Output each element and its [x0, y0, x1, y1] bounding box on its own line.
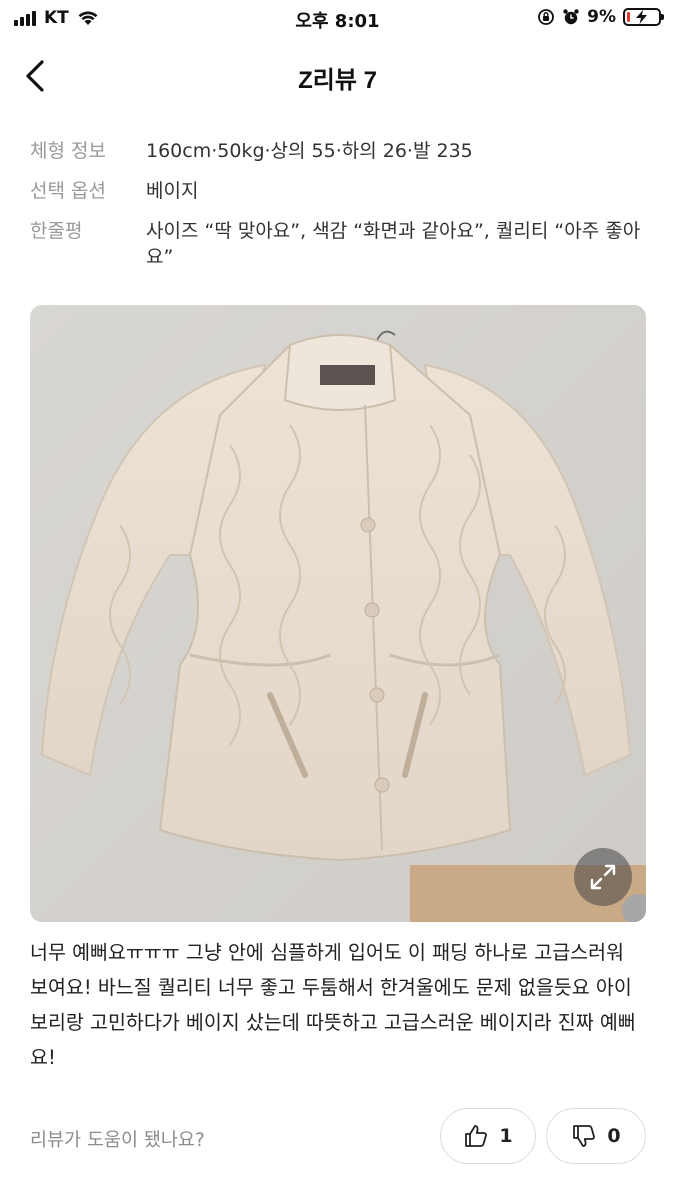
helpful-question: 리뷰가 도움이 됐나요?	[30, 1130, 205, 1151]
info-value: 사이즈 “딱 맞아요”, 색감 “화면과 같아요”, 퀄리티 “아주 좋아요”	[146, 220, 641, 268]
charging-bolt-icon	[636, 10, 647, 24]
info-row-summary: 한줄평 사이즈 “딱 맞아요”, 색감 “화면과 같아요”, 퀄리티 “아주 좋…	[30, 218, 650, 270]
info-row-option: 선택 옵션 베이지	[30, 178, 650, 204]
page-title: Z리뷰 7	[298, 67, 377, 94]
status-bar: KT 오후 8:01 9%	[0, 0, 675, 40]
battery-level	[627, 12, 630, 22]
battery-percent: 9%	[587, 7, 616, 27]
helpful-no-button[interactable]: 0	[546, 1108, 646, 1164]
info-row-body: 체형 정보 160cm·50kg·상의 55·하의 26·발 235	[30, 138, 650, 164]
info-label: 체형 정보	[30, 140, 106, 162]
thumbs-down-icon	[573, 1125, 596, 1147]
status-right: 9%	[537, 7, 664, 27]
expand-icon	[590, 864, 616, 890]
review-info: 체형 정보 160cm·50kg·상의 55·하의 26·발 235 선택 옵션…	[30, 138, 650, 284]
info-label: 선택 옵션	[30, 180, 106, 202]
helpful-yes-count: 1	[499, 1125, 513, 1147]
battery-icon	[623, 8, 664, 26]
info-value: 베이지	[146, 180, 199, 202]
helpful-no-count: 0	[607, 1125, 621, 1147]
info-value: 160cm·50kg·상의 55·하의 26·발 235	[146, 140, 473, 162]
jacket-image	[30, 305, 646, 922]
helpful-section: 리뷰가 도움이 됐나요? 1 0	[30, 1108, 646, 1166]
thumbs-up-icon	[465, 1125, 488, 1147]
alarm-icon	[563, 9, 579, 25]
helpful-yes-button[interactable]: 1	[440, 1108, 536, 1164]
header: Z리뷰 7	[0, 44, 675, 108]
review-photo[interactable]	[30, 305, 646, 922]
orientation-lock-icon	[538, 9, 555, 25]
info-label: 한줄평	[30, 220, 83, 242]
review-text: 너무 예뻐요ㅠㅠㅠ 그냥 안에 심플하게 입어도 이 패딩 하나로 고급스러워 …	[30, 941, 636, 1069]
expand-button[interactable]	[574, 848, 632, 906]
